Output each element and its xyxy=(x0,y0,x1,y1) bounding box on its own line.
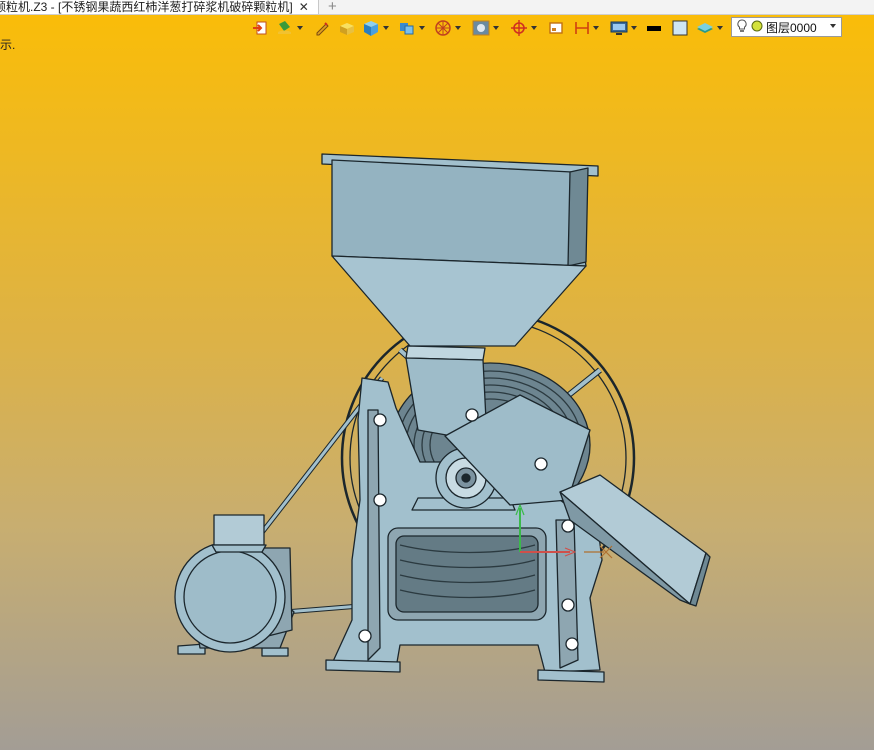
fill-color-icon xyxy=(672,20,688,36)
view-toolbar xyxy=(250,17,730,39)
extrude-block-button[interactable] xyxy=(338,19,356,37)
line-color-button[interactable] xyxy=(646,19,662,37)
pen-tool-button[interactable] xyxy=(314,19,330,37)
add-tab-button[interactable]: + xyxy=(328,0,337,15)
solid-block-button[interactable] xyxy=(398,19,425,37)
cube-view-icon xyxy=(362,19,380,37)
fill-color-button[interactable] xyxy=(672,19,688,37)
fill-tool-button[interactable] xyxy=(276,19,303,37)
rectangle-icon xyxy=(548,20,564,36)
document-tab-bar: 颗粒机.Z3 - [不锈钢果蔬西红柿洋葱打碎浆机破碎颗粒机] ✕ + xyxy=(0,0,874,15)
layer-stack-icon xyxy=(696,20,714,36)
layer-name: 图层0000 xyxy=(766,20,817,35)
target-button[interactable] xyxy=(510,19,537,37)
solid-block-icon xyxy=(398,20,416,36)
wheel-icon xyxy=(434,19,452,37)
document-tab-title: 颗粒机.Z3 - [不锈钢果蔬西红柿洋葱打碎浆机破碎颗粒机] xyxy=(0,0,293,14)
exit-sketch-icon xyxy=(252,20,268,36)
target-icon xyxy=(510,19,528,37)
display-button[interactable] xyxy=(610,19,637,37)
display-icon xyxy=(610,20,628,36)
fill-tool-icon xyxy=(276,20,294,36)
document-tab[interactable]: 颗粒机.Z3 - [不锈钢果蔬西红柿洋葱打碎浆机破碎颗粒机] ✕ xyxy=(0,0,319,14)
frame-image-button[interactable] xyxy=(472,19,499,37)
close-icon[interactable]: ✕ xyxy=(299,1,309,13)
exit-sketch-button[interactable] xyxy=(252,19,268,37)
dimension-button[interactable] xyxy=(574,19,599,37)
motor xyxy=(174,514,295,657)
chevron-down-icon[interactable] xyxy=(830,24,836,28)
model-viewport[interactable] xyxy=(0,40,874,750)
crusher-machine-model xyxy=(174,153,711,683)
cube-view-button[interactable] xyxy=(362,19,389,37)
line-color-icon xyxy=(646,20,662,36)
rectangle-button[interactable] xyxy=(548,19,564,37)
extrude-block-icon xyxy=(338,20,356,36)
frame-image-icon xyxy=(472,20,490,36)
dimension-icon xyxy=(574,20,590,36)
pen-tool-icon xyxy=(314,20,330,36)
wheel-button[interactable] xyxy=(434,19,461,37)
layer-dropdown[interactable]: 图层0000 xyxy=(731,17,842,37)
lightbulb-icon xyxy=(737,18,747,36)
layer-stack-button[interactable] xyxy=(696,19,723,37)
layer-status-icon xyxy=(751,20,763,35)
